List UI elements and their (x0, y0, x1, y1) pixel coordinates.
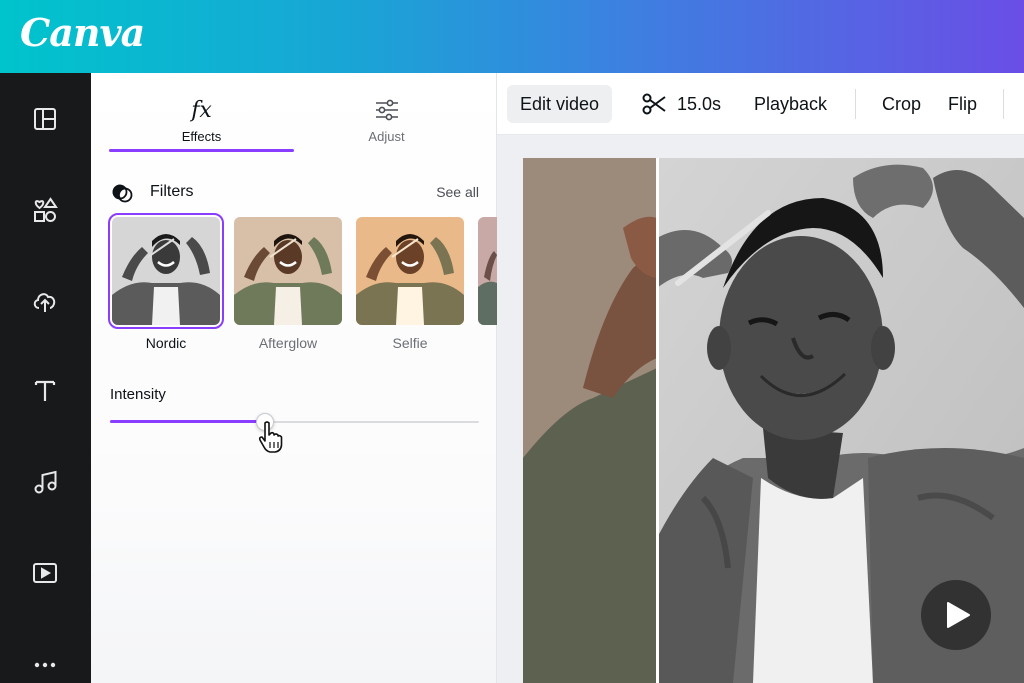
filters-icon (112, 184, 133, 203)
text-icon[interactable] (27, 373, 63, 409)
filter-label-selfie: Selfie (392, 335, 428, 351)
slider-fill (110, 420, 265, 423)
crop-button[interactable]: Crop (882, 85, 921, 123)
canva-logo[interactable]: Canva (20, 10, 145, 55)
more-icon[interactable] (27, 645, 63, 681)
filter-thumb-next-partial[interactable] (478, 217, 497, 325)
left-rail (0, 73, 91, 683)
tab-adjust[interactable]: Adjust (294, 97, 479, 151)
upload-icon[interactable] (27, 283, 63, 319)
duration-text: 15.0s (677, 93, 722, 114)
filter-label-nordic: Nordic (145, 335, 187, 351)
playback-button[interactable]: Playback (754, 85, 827, 123)
toolbar-divider (1003, 89, 1004, 119)
scissors-icon (642, 93, 666, 115)
audio-icon[interactable] (27, 464, 63, 500)
afterglow-preview-image (234, 217, 342, 325)
trim-button[interactable]: 15.0s (641, 85, 721, 123)
layout-icon[interactable] (27, 101, 63, 137)
selfie-preview-image (356, 217, 464, 325)
video-toolbar: Edit video 15.0s Playback Crop Flip (497, 73, 1024, 135)
tab-effects-label: Effects (181, 129, 222, 144)
fx-icon: fx (191, 97, 212, 123)
brand-header: Canva (0, 0, 1024, 73)
filters-title: Filters (150, 183, 194, 200)
filter-thumb-afterglow[interactable] (234, 217, 342, 325)
pointer-hand-icon (258, 421, 283, 453)
filter-thumb-selfie[interactable] (356, 217, 464, 325)
toolbar-divider (855, 89, 856, 119)
edit-video-button[interactable]: Edit video (507, 85, 613, 123)
active-tab-indicator (109, 149, 294, 152)
filter-label-afterglow: Afterglow (258, 335, 318, 351)
intensity-slider[interactable] (110, 413, 479, 433)
sliders-icon (294, 97, 479, 123)
filter-thumb-nordic[interactable] (108, 213, 224, 329)
elements-icon[interactable] (27, 192, 63, 228)
partial-preview-image (478, 217, 497, 325)
tab-effects[interactable]: fx Effects (109, 97, 294, 151)
filters-header: Filters See all (111, 181, 479, 205)
play-icon (947, 602, 970, 628)
nordic-preview-image (112, 217, 220, 325)
effects-panel: fx Effects Adjust Filters See all Nordic… (91, 73, 497, 683)
flip-button[interactable]: Flip (948, 85, 977, 123)
tab-adjust-label: Adjust (368, 129, 405, 144)
video-icon[interactable] (27, 555, 63, 591)
intensity-label: Intensity (110, 386, 166, 403)
play-button[interactable] (921, 580, 991, 650)
see-all-link[interactable]: See all (436, 184, 479, 200)
